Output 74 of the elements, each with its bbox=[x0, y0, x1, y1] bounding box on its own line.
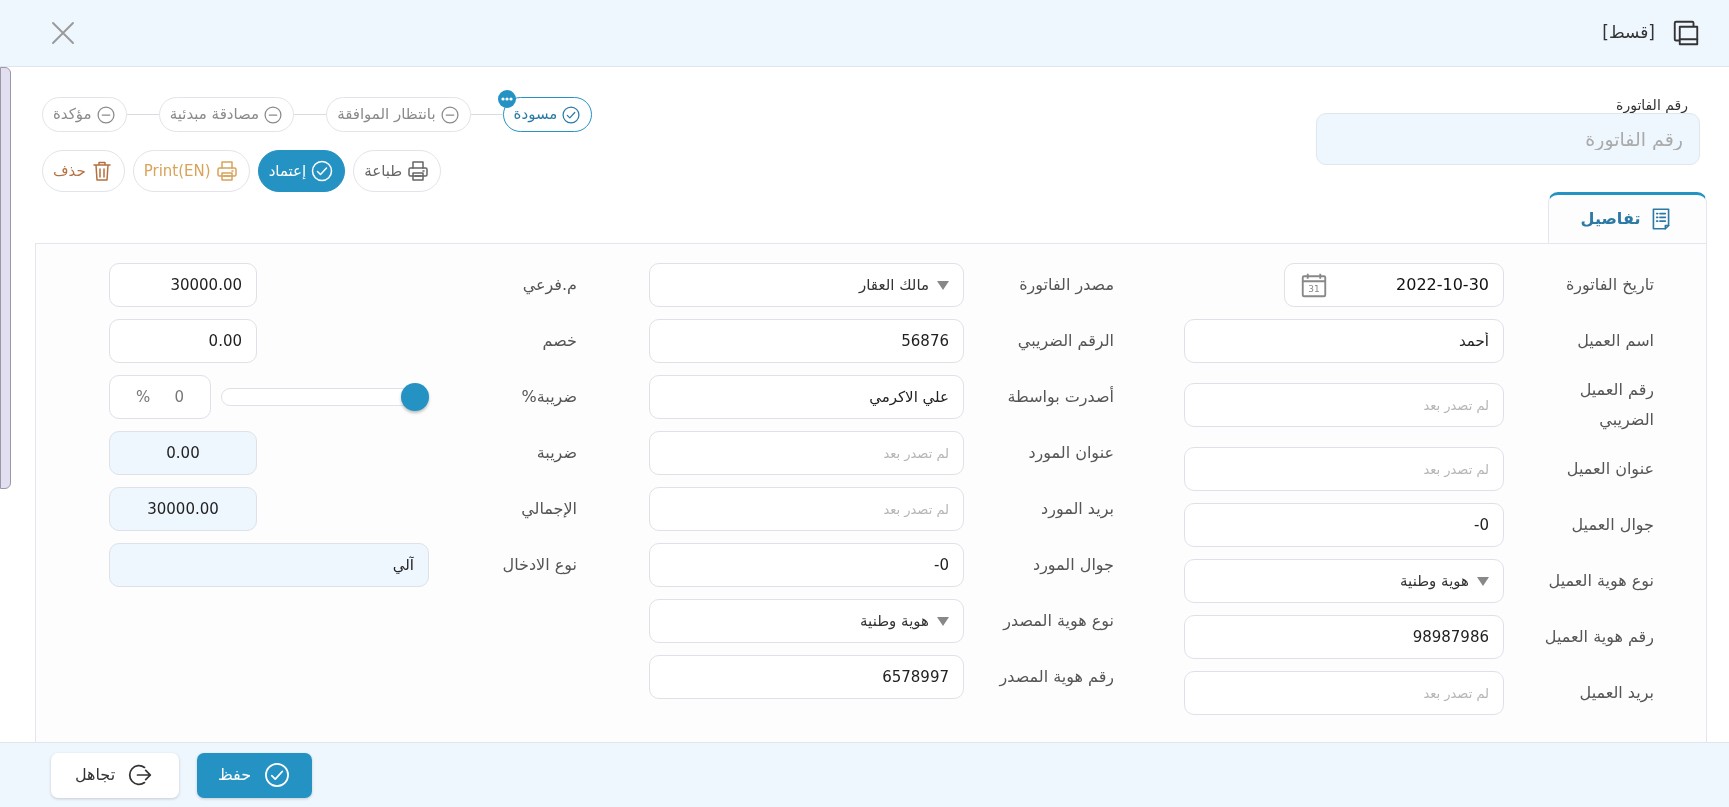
input-field[interactable]: 0.00 bbox=[109, 319, 257, 363]
action-button[interactable]: إعتماد bbox=[257, 150, 346, 192]
field-label: عنوان المورد bbox=[1027, 442, 1115, 465]
caret-icon bbox=[1477, 576, 1489, 586]
field-label: عنوان العميل bbox=[1565, 458, 1655, 481]
caret-icon bbox=[937, 280, 949, 290]
field-label: بريد العميل bbox=[1578, 682, 1655, 705]
scrollbar[interactable] bbox=[0, 67, 11, 489]
printer-icon bbox=[214, 159, 239, 183]
window-title: [قسط] bbox=[1602, 21, 1655, 45]
input-field[interactable]: 30000.00 bbox=[109, 263, 257, 307]
input-field[interactable]: لم تصدر بعد bbox=[1184, 447, 1504, 491]
field-label: بريد المورد bbox=[1040, 498, 1115, 521]
field-label: الإجمالي bbox=[520, 498, 578, 521]
field-label: ضريبة% bbox=[520, 386, 578, 409]
input-field[interactable]: 6578997 bbox=[649, 655, 964, 699]
field-label: الرقم الضريبي bbox=[1016, 330, 1115, 353]
caret-icon bbox=[937, 616, 949, 626]
input-field[interactable]: علي الاكرمي bbox=[649, 375, 964, 419]
unit-text: % bbox=[136, 386, 151, 408]
status-step[interactable]: مسودة bbox=[502, 97, 593, 132]
field-label: خصم bbox=[541, 330, 578, 352]
dropdown[interactable]: هوية وطنية bbox=[1184, 559, 1504, 603]
input-field[interactable]: لم تصدر بعد bbox=[649, 487, 964, 531]
field-label: جوال العميل bbox=[1570, 514, 1655, 537]
field-label: مصدر الفاتورة bbox=[1018, 274, 1115, 297]
field-label: نوع هوية العميل bbox=[1547, 570, 1655, 593]
windows-icon bbox=[1671, 18, 1701, 48]
status-step[interactable]: مؤكدة bbox=[42, 97, 127, 132]
field-label: اسم العميل bbox=[1576, 330, 1655, 352]
slider-thumb[interactable] bbox=[401, 383, 429, 411]
percent-value: 0 bbox=[174, 386, 184, 408]
input-field[interactable]: 56876 bbox=[649, 319, 964, 363]
minus-circle-icon bbox=[95, 104, 116, 125]
cancel-button[interactable]: تجاهل bbox=[51, 752, 179, 798]
dropdown[interactable]: هوية وطنية bbox=[649, 599, 964, 643]
input-field[interactable]: 98987986 bbox=[1184, 615, 1504, 659]
printer-icon bbox=[406, 159, 431, 183]
input-field[interactable]: آلي bbox=[109, 543, 429, 587]
field-label: رقم هوية المصدر bbox=[997, 666, 1115, 689]
action-button[interactable]: حذف bbox=[42, 150, 125, 192]
save-button[interactable]: حفظ bbox=[197, 752, 312, 798]
field-label: رقم الفاتورة bbox=[1615, 97, 1689, 113]
action-button[interactable]: طباعة bbox=[353, 150, 442, 192]
check-circle-icon bbox=[310, 159, 335, 183]
check-circle-icon bbox=[263, 761, 292, 789]
field-label: نوع هوية المصدر bbox=[1001, 610, 1115, 633]
field-label: جوال المورد bbox=[1032, 554, 1115, 577]
slider[interactable] bbox=[221, 383, 429, 411]
check-circle-icon bbox=[561, 104, 582, 125]
input-field[interactable]: -0 bbox=[649, 543, 964, 587]
more-icon[interactable] bbox=[497, 90, 516, 108]
input-field[interactable]: لم تصدر بعد bbox=[649, 431, 964, 475]
minus-circle-icon bbox=[263, 104, 284, 125]
field-label: تاريخ الفاتورة bbox=[1564, 274, 1655, 297]
tab[interactable]: تفاصيل bbox=[1548, 192, 1707, 243]
status-step[interactable]: بانتظار الموافقة bbox=[326, 97, 471, 132]
field-label: م.فرعي bbox=[521, 274, 578, 297]
input-field[interactable]: 30000.00 bbox=[109, 487, 257, 531]
input-field[interactable]: لم تصدر بعد bbox=[1184, 671, 1504, 715]
percent-field[interactable]: % 0 bbox=[109, 375, 211, 419]
dropdown[interactable]: مالك العقار bbox=[649, 263, 964, 307]
input-field[interactable]: لم تصدر بعد bbox=[1184, 383, 1504, 427]
field-label: ضريبة bbox=[535, 442, 578, 465]
field-label: نوع الادخال bbox=[501, 554, 578, 577]
field-label: أصدرت بواسطة bbox=[1006, 385, 1115, 409]
minus-circle-icon bbox=[439, 104, 460, 125]
input-field[interactable]: 0.00 bbox=[109, 431, 257, 475]
field-label: رقم هوية العميل bbox=[1543, 626, 1655, 649]
status-step[interactable]: مصادقة مبدئية bbox=[158, 97, 295, 132]
field-label: رقم العميل الضريبي bbox=[1578, 379, 1655, 432]
input-field[interactable]: -0 bbox=[1184, 503, 1504, 547]
invoice-number-field[interactable]: رقم الفاتورة bbox=[1316, 113, 1700, 165]
date-field[interactable]: 31 2022-10-30 bbox=[1284, 263, 1504, 307]
